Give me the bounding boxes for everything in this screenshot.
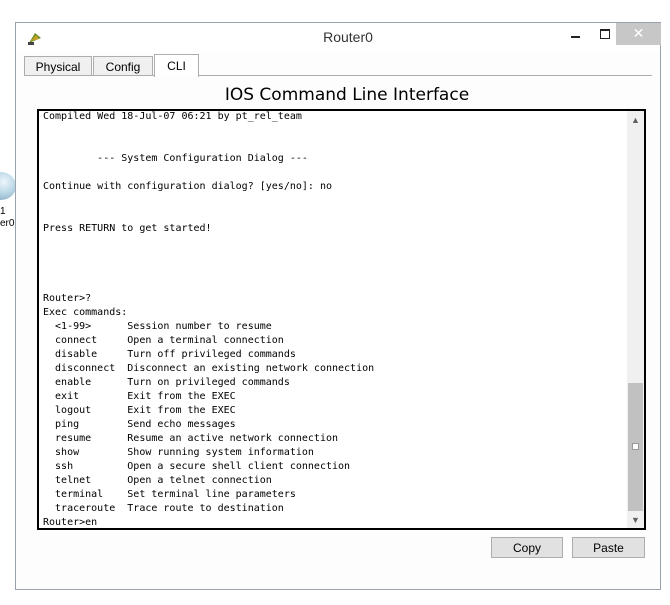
console-line: disconnect Disconnect an existing networ… <box>43 363 375 374</box>
console-line: ping Send echo messages <box>43 419 236 430</box>
console-line: terminal Set terminal line parameters <box>43 489 296 500</box>
title-bar[interactable]: Router0 ✕ <box>16 23 661 53</box>
tab-physical[interactable]: Physical <box>24 56 92 76</box>
console-line: Compiled Wed 18-Jul-07 06:21 by pt_rel_t… <box>43 111 302 122</box>
copy-button[interactable]: Copy <box>491 537 563 558</box>
scrollbar-thumb[interactable] <box>628 383 643 511</box>
close-icon: ✕ <box>632 26 645 42</box>
console-line: resume Resume an active network connecti… <box>43 433 339 444</box>
scrollbar-grip-icon <box>632 443 639 450</box>
cli-terminal[interactable]: Compiled Wed 18-Jul-07 06:21 by pt_rel_t… <box>37 109 646 530</box>
maximize-icon <box>600 29 610 39</box>
device-label-number: 1 <box>0 206 6 217</box>
tab-cli[interactable]: CLI <box>154 54 199 77</box>
console-line: Exec commands: <box>43 307 128 318</box>
console-line: connect Open a terminal connection <box>43 335 284 346</box>
maximize-button[interactable] <box>592 23 618 45</box>
console-output[interactable]: Compiled Wed 18-Jul-07 06:21 by pt_rel_t… <box>43 111 623 528</box>
minimize-icon <box>570 36 580 38</box>
console-line: Continue with configuration dialog? [yes… <box>43 181 332 192</box>
panel-title: IOS Command Line Interface <box>224 85 470 105</box>
close-button[interactable]: ✕ <box>616 23 661 45</box>
vertical-scrollbar[interactable]: ▲ ▼ <box>627 111 644 528</box>
console-line: traceroute Trace route to destination <box>43 503 284 514</box>
console-line: show Show running system information <box>43 447 314 458</box>
tab-divider <box>24 75 652 76</box>
console-line: telnet Open a telnet connection <box>43 475 272 486</box>
console-line: disable Turn off privileged commands <box>43 349 296 360</box>
console-line: Press RETURN to get started! <box>43 223 212 234</box>
scroll-down-icon[interactable]: ▼ <box>627 511 644 528</box>
paste-button[interactable]: Paste <box>572 537 645 558</box>
scroll-up-icon[interactable]: ▲ <box>627 111 644 128</box>
console-line: <1-99> Session number to resume <box>43 321 272 332</box>
console-line: Router>? <box>43 293 92 304</box>
console-line: --- System Configuration Dialog --- <box>43 153 308 164</box>
device-label-name: er0 <box>0 218 15 229</box>
console-line: ssh Open a secure shell client connectio… <box>43 461 351 472</box>
console-line: Router>en <box>43 517 98 528</box>
console-line: enable Turn on privileged commands <box>43 377 290 388</box>
minimize-button[interactable] <box>562 23 588 45</box>
tab-config[interactable]: Config <box>93 56 153 76</box>
console-line: logout Exit from the EXEC <box>43 405 236 416</box>
console-line: exit Exit from the EXEC <box>43 391 236 402</box>
router-window: Router0 ✕ Physical Config CLI IOS Comman… <box>15 22 661 590</box>
